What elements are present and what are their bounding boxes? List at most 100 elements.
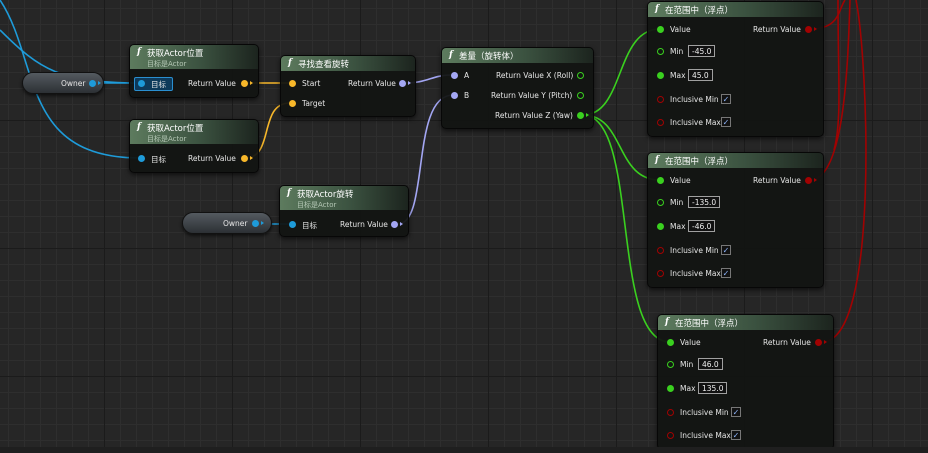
inclusive-max-checkbox[interactable]: ✓ <box>721 117 731 127</box>
return-value-pin-arrow <box>250 81 253 85</box>
inclusive-min-pin[interactable] <box>657 247 664 254</box>
inclusive-min-checkbox[interactable]: ✓ <box>731 407 741 417</box>
find-look-at-rotation-node[interactable]: f 寻找查看旋转 Start Target Return Value <box>280 55 416 117</box>
return-value-pin[interactable] <box>399 80 406 87</box>
a-label: A <box>464 71 470 80</box>
owner-label: Owner <box>223 219 248 228</box>
target-input-pin[interactable] <box>138 80 145 87</box>
node-header: f 在范围中（浮点） <box>658 315 833 330</box>
get-actor-location-node-1[interactable]: f 获取Actor位置 目标是Actor 目标 Return Value <box>129 44 259 98</box>
return-value-pin-arrow <box>814 27 817 31</box>
return-value-label: Return Value <box>188 154 236 163</box>
a-pin[interactable] <box>451 72 458 79</box>
return-value-pin-arrow <box>824 340 827 344</box>
in-range-float-node-1[interactable]: f 在范围中（浮点） Value Return Value Min -45.0 … <box>647 1 824 137</box>
node-title: 获取Actor位置 <box>147 49 204 59</box>
min-pin[interactable] <box>667 361 674 368</box>
max-pin[interactable] <box>657 72 664 79</box>
return-value-pin[interactable] <box>805 177 812 184</box>
inclusive-max-pin[interactable] <box>657 270 664 277</box>
min-field[interactable]: -135.0 <box>688 196 721 208</box>
return-value-pin[interactable] <box>241 80 248 87</box>
return-value-pin[interactable] <box>805 26 812 33</box>
inclusive-min-pin[interactable] <box>667 409 674 416</box>
delta-rotator-node[interactable]: f 差量（旋转体） A B Return Value X (Roll) Retu… <box>441 47 594 129</box>
inclusive-min-label: Inclusive Min <box>680 408 729 417</box>
node-header: f 获取Actor旋转 目标是Actor <box>280 186 408 210</box>
inclusive-max-pin[interactable] <box>667 432 674 439</box>
return-value-pin-arrow <box>400 222 403 226</box>
inclusive-min-checkbox[interactable]: ✓ <box>721 245 731 255</box>
inclusive-max-label: Inclusive Max <box>670 118 721 127</box>
min-label: Min <box>670 198 684 207</box>
max-pin[interactable] <box>667 385 674 392</box>
node-title: 在范围中（浮点） <box>665 157 734 167</box>
value-pin[interactable] <box>657 177 664 184</box>
min-label: Min <box>670 47 684 56</box>
min-pin[interactable] <box>657 199 664 206</box>
node-title: 差量（旋转体） <box>459 52 519 62</box>
value-pin[interactable] <box>667 339 674 346</box>
node-title: 寻找查看旋转 <box>298 60 350 70</box>
return-value-label: Return Value <box>763 338 811 347</box>
owner-pin[interactable] <box>89 80 96 87</box>
inclusive-min-pin[interactable] <box>657 96 664 103</box>
max-label: Max <box>670 222 686 231</box>
inclusive-max-checkbox[interactable]: ✓ <box>721 268 731 278</box>
function-icon: f <box>137 47 141 57</box>
get-actor-rotation-node[interactable]: f 获取Actor旋转 目标是Actor 目标 Return Value <box>279 185 409 237</box>
return-value-pin[interactable] <box>815 339 822 346</box>
return-value-pin-arrow <box>814 178 817 182</box>
wire-extra-out <box>833 0 840 151</box>
return-z-label: Return Value Z (Yaw) <box>495 111 573 120</box>
get-actor-location-node-2[interactable]: f 获取Actor位置 目标是Actor 目标 Return Value <box>129 119 259 173</box>
node-header: f 获取Actor位置 目标是Actor <box>130 45 258 69</box>
target-label: 目标 <box>151 80 166 89</box>
inclusive-min-checkbox[interactable]: ✓ <box>721 94 731 104</box>
target-pin[interactable] <box>289 100 296 107</box>
start-label: Start <box>302 79 321 88</box>
max-field[interactable]: 135.0 <box>698 382 728 394</box>
min-field[interactable]: 46.0 <box>698 358 723 370</box>
return-y-label: Return Value Y (Pitch) <box>491 91 573 100</box>
min-pin[interactable] <box>657 48 664 55</box>
value-label: Value <box>670 25 691 34</box>
max-field[interactable]: -46.0 <box>688 220 716 232</box>
max-pin[interactable] <box>657 223 664 230</box>
return-value-label: Return Value <box>340 220 388 229</box>
in-range-float-node-3[interactable]: f 在范围中（浮点） Value Return Value Min 46.0 M… <box>657 314 834 450</box>
owner-pin[interactable] <box>252 220 259 227</box>
node-subtitle: 目标是Actor <box>147 135 187 143</box>
return-value-pin[interactable] <box>241 155 248 162</box>
in-range-float-node-2[interactable]: f 在范围中（浮点） Value Return Value Min -135.0… <box>647 152 824 288</box>
max-field[interactable]: 45.0 <box>688 69 713 81</box>
b-label: B <box>464 91 470 100</box>
inclusive-min-label: Inclusive Min <box>670 95 719 104</box>
inclusive-max-pin[interactable] <box>657 119 664 126</box>
target-label: Target <box>302 99 326 108</box>
target-input-pin[interactable] <box>138 155 145 162</box>
function-icon: f <box>287 188 291 198</box>
node-title: 获取Actor位置 <box>147 124 204 134</box>
function-icon: f <box>655 4 659 14</box>
return-value-label: Return Value <box>348 79 396 88</box>
owner-variable-1[interactable]: Owner <box>22 72 104 94</box>
inclusive-max-checkbox[interactable]: ✓ <box>731 430 741 440</box>
return-z-pin[interactable] <box>577 112 584 119</box>
node-title: 获取Actor旋转 <box>297 190 354 200</box>
function-icon: f <box>288 58 292 68</box>
value-pin[interactable] <box>657 26 664 33</box>
min-field[interactable]: -45.0 <box>688 45 716 57</box>
owner-variable-2[interactable]: Owner <box>182 212 272 234</box>
start-pin[interactable] <box>289 80 296 87</box>
value-label: Value <box>670 176 691 185</box>
return-z-pin-arrow <box>586 113 589 117</box>
target-input-pin[interactable] <box>289 221 296 228</box>
return-value-pin[interactable] <box>391 221 398 228</box>
return-x-pin[interactable] <box>577 72 584 79</box>
wire-range3-out <box>821 0 867 343</box>
return-y-pin[interactable] <box>577 92 584 99</box>
node-header: f 在范围中（浮点） <box>648 2 823 17</box>
owner-pin-arrow <box>98 81 101 85</box>
b-pin[interactable] <box>451 92 458 99</box>
